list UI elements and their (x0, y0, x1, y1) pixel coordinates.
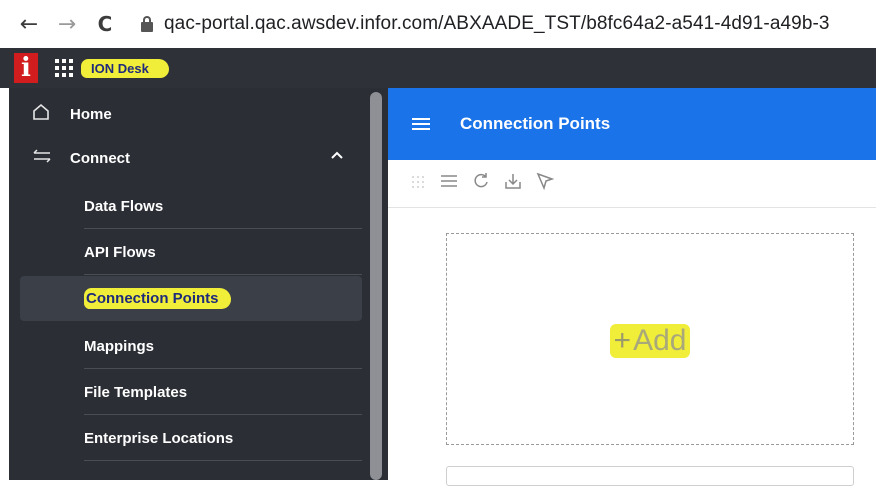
add-card[interactable]: + Add (446, 233, 854, 445)
sidebar-item-enterprise-locations[interactable]: Enterprise Locations (20, 416, 362, 460)
browser-toolbar: ← → C qac-portal.qac.awsdev.infor.com/AB… (0, 0, 876, 48)
page-header: Connection Points (388, 88, 876, 160)
select-icon[interactable] (536, 172, 555, 195)
sidebar-item-connect[interactable]: Connect (20, 136, 362, 180)
divider (84, 368, 362, 369)
home-icon (32, 103, 54, 126)
sidebar: Home Connect Data Flows API Flows Connec… (0, 88, 388, 480)
app-title[interactable]: ION Desk (81, 58, 169, 78)
sidebar-item-home[interactable]: Home (20, 92, 362, 136)
sidebar-item-label: Enterprise Locations (84, 429, 234, 447)
download-icon[interactable] (504, 172, 522, 195)
sidebar-item-file-templates[interactable]: File Templates (20, 370, 362, 414)
sidebar-item-connection-points[interactable]: Connection Points (20, 276, 362, 321)
chevron-up-icon[interactable] (330, 148, 344, 164)
divider (84, 228, 362, 229)
list-icon[interactable] (440, 173, 458, 194)
sidebar-item-label: Home (70, 105, 112, 123)
divider (84, 274, 362, 275)
forward-arrow-icon[interactable]: → (52, 9, 82, 39)
sidebar-item-label: File Templates (84, 383, 188, 401)
lock-icon[interactable] (140, 16, 154, 32)
sidebar-item-label: Data Flows (84, 197, 164, 215)
sidebar-item-label: Connection Points (84, 288, 231, 309)
sidebar-item-label: Mappings (84, 337, 154, 355)
sidebar-item-mappings[interactable]: Mappings (20, 324, 362, 368)
sidebar-item-data-flows[interactable]: Data Flows (20, 184, 362, 228)
sidebar-item-label: Connect (70, 149, 130, 167)
reload-icon[interactable]: C (90, 9, 120, 39)
plus-icon: + (613, 324, 632, 357)
sidebar-item-api-flows[interactable]: API Flows (20, 230, 362, 274)
refresh-icon[interactable] (472, 172, 490, 195)
sidebar-item-label: API Flows (84, 243, 156, 261)
drag-grid-icon[interactable] (410, 174, 426, 194)
add-label: Add (633, 324, 687, 357)
app-grid-icon[interactable] (55, 59, 73, 77)
scrollbar-thumb[interactable] (370, 92, 382, 480)
divider (84, 414, 362, 415)
arrows-icon (32, 148, 54, 169)
address-bar[interactable]: qac-portal.qac.awsdev.infor.com/ABXAADE_… (164, 13, 830, 35)
add-button[interactable]: + Add (609, 324, 691, 358)
infor-logo: i (14, 53, 38, 83)
back-arrow-icon[interactable]: ← (14, 9, 44, 39)
connection-point-card[interactable] (446, 466, 854, 486)
hamburger-menu-icon[interactable] (412, 118, 430, 130)
divider (84, 460, 362, 461)
app-header: i ION Desk (0, 48, 876, 88)
page-title: Connection Points (460, 114, 611, 133)
toolbar (388, 160, 876, 208)
